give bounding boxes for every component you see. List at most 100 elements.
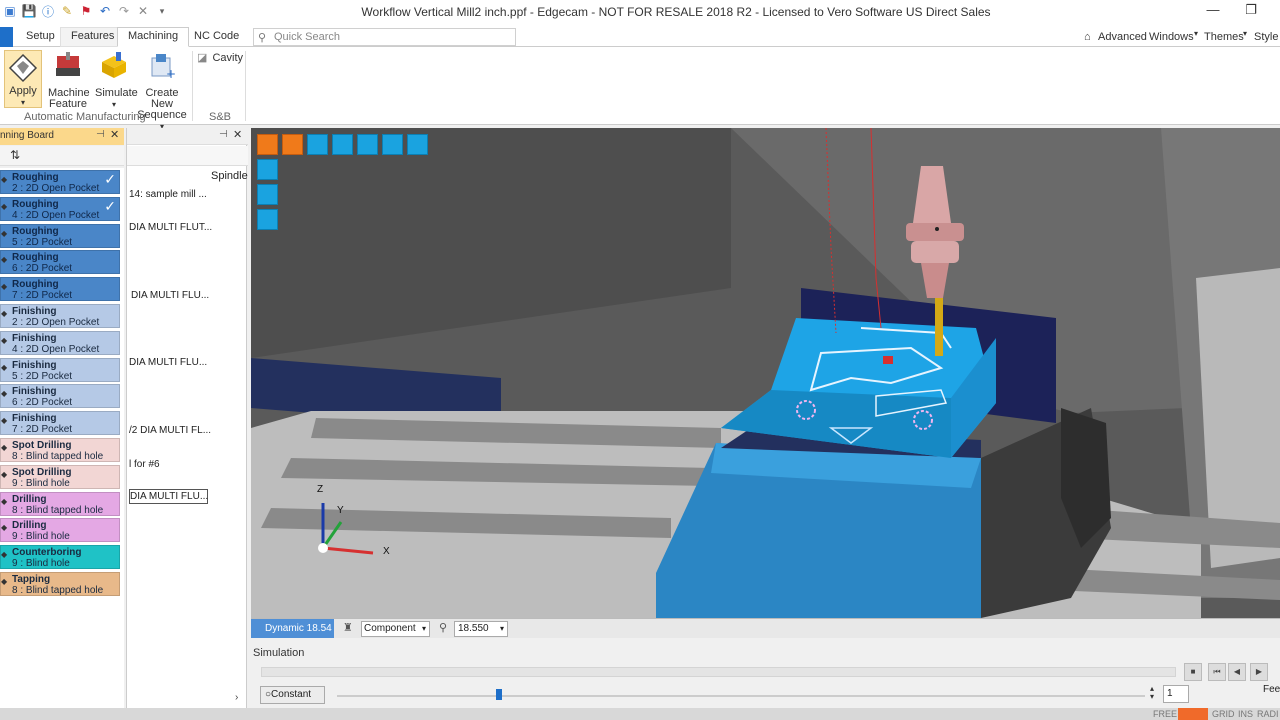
- sort-icon[interactable]: ⇅: [10, 148, 20, 162]
- step-spinner-icon[interactable]: ▴ ▾: [1150, 685, 1154, 701]
- sequence-item[interactable]: DIA MULTI FLUT...: [129, 222, 212, 233]
- minimize-button[interactable]: —: [1198, 2, 1228, 22]
- operation-name: Drilling: [12, 520, 47, 532]
- wizard-icon[interactable]: ✎: [59, 3, 75, 19]
- component-icon: ♜: [343, 622, 353, 634]
- operation-item[interactable]: ◆ Roughing 5 : 2D Pocket: [0, 223, 120, 248]
- view-cube-side-icon[interactable]: [257, 209, 278, 230]
- axis-triad-graphic: [318, 503, 374, 555]
- themes-menu[interactable]: Themes: [1204, 31, 1244, 43]
- search-input[interactable]: Quick Search: [274, 31, 340, 43]
- pin-icon[interactable]: ⊣: [96, 129, 105, 140]
- view-cube-top-icon[interactable]: [257, 159, 278, 180]
- undo-icon[interactable]: ↶: [97, 3, 113, 19]
- tab-setup[interactable]: Setup: [16, 28, 65, 47]
- 3d-viewport[interactable]: X Y Z: [251, 128, 1280, 618]
- sequence-item[interactable]: l for #6: [129, 459, 160, 470]
- sequence-item[interactable]: DIA MULTI FLU...: [129, 357, 207, 368]
- view-cube-front-icon[interactable]: [257, 184, 278, 205]
- operation-detail: 6 : 2D Pocket: [12, 397, 73, 409]
- redo-icon[interactable]: ↷: [116, 3, 132, 19]
- operation-detail: 7 : 2D Pocket: [12, 290, 73, 302]
- apply-dropdown-icon[interactable]: ▾: [5, 97, 41, 108]
- quick-search[interactable]: ⚲ Quick Search: [253, 28, 516, 46]
- advanced-toggle-icon[interactable]: ⌂: [1084, 31, 1091, 43]
- tool-view-icon[interactable]: [332, 134, 353, 155]
- pin-icon[interactable]: ⊣: [219, 129, 228, 140]
- apply-button[interactable]: Apply ▾: [4, 50, 42, 108]
- sequence-item[interactable]: 14: sample mill ...: [129, 189, 207, 200]
- simulation-timeline[interactable]: [261, 667, 1176, 677]
- sequence-item-selected[interactable]: DIA MULTI FLU...: [129, 489, 208, 504]
- themes-dropdown-icon[interactable]: ▾: [1243, 29, 1247, 38]
- operation-name: Finishing: [12, 359, 57, 371]
- simulate-dropdown-icon[interactable]: ▾: [95, 99, 133, 110]
- operation-item[interactable]: ◆ Roughing 2 : 2D Open Pocket ✓: [0, 170, 120, 194]
- qat-dropdown-icon[interactable]: ▾: [154, 3, 170, 19]
- operation-item[interactable]: ◆ Finishing 5 : 2D Pocket: [0, 357, 120, 382]
- file-tab[interactable]: [0, 27, 13, 47]
- distance-dropdown-icon: ▾: [499, 624, 504, 633]
- scroll-right-icon[interactable]: ›: [235, 692, 238, 703]
- sequence-item[interactable]: /2 DIA MULTI FL...: [129, 425, 211, 436]
- sequence-item[interactable]: DIA MULTI FLU...: [131, 290, 209, 301]
- close-icon[interactable]: ✕: [233, 128, 242, 141]
- stop-button[interactable]: ■: [1184, 663, 1202, 681]
- operation-item[interactable]: ◆ Roughing 4 : 2D Open Pocket ✓: [0, 196, 120, 221]
- list-view-icon[interactable]: [382, 134, 403, 155]
- new-file-icon[interactable]: ▣: [2, 3, 18, 19]
- operation-item[interactable]: ◆ Finishing 2 : 2D Open Pocket: [0, 304, 120, 328]
- zoom-icon[interactable]: [357, 134, 378, 155]
- iso-view-icon[interactable]: [257, 134, 278, 155]
- spindle-column-header[interactable]: Spindle: [211, 170, 248, 182]
- layout-view-icon[interactable]: [307, 134, 328, 155]
- stock-view-icon[interactable]: [282, 134, 303, 155]
- operation-detail: 5 : 2D Pocket: [12, 370, 73, 382]
- brush-icon[interactable]: ⚑: [78, 3, 94, 19]
- operation-item[interactable]: ◆ Drilling 9 : Blind hole: [0, 518, 120, 543]
- view-mode-button[interactable]: Dynamic 18.54: [251, 619, 334, 638]
- operation-detail: 2 : 2D Open Pocket: [12, 317, 100, 328]
- tab-machining[interactable]: Machining: [117, 27, 190, 47]
- close-doc-icon[interactable]: ✕: [135, 3, 151, 19]
- operation-item[interactable]: ◆ Drilling 8 : Blind tapped hole: [0, 491, 120, 516]
- operation-item[interactable]: ◆ Spot Drilling 9 : Blind hole: [0, 464, 120, 489]
- tab-features[interactable]: Features: [60, 27, 126, 47]
- windows-dropdown-icon[interactable]: ▾: [1194, 29, 1198, 38]
- operation-item[interactable]: ◆ Finishing 7 : 2D Pocket: [0, 411, 120, 436]
- advanced-button[interactable]: Advanced: [1098, 31, 1147, 43]
- tab-nc-code[interactable]: NC Code: [184, 28, 249, 47]
- operation-item[interactable]: ◆ Roughing 6 : 2D Pocket: [0, 250, 120, 275]
- apply-label: Apply: [9, 85, 37, 97]
- settings-view-icon[interactable]: [407, 134, 428, 155]
- component-value: Component: [364, 623, 416, 634]
- cavity-button[interactable]: ◪ Cavity: [197, 53, 243, 64]
- create-sequence-label-1: Create New: [145, 87, 179, 110]
- operation-item[interactable]: ◆ Spot Drilling 8 : Blind tapped hole: [0, 438, 120, 462]
- restore-button[interactable]: ❐: [1236, 2, 1266, 22]
- operation-item[interactable]: ◆ Finishing 4 : 2D Open Pocket: [0, 330, 120, 355]
- distance-select[interactable]: 18.550 ▾: [454, 621, 508, 637]
- operation-item[interactable]: ◆ Finishing 6 : 2D Pocket: [0, 384, 120, 409]
- operation-item[interactable]: ◆ Counterboring 9 : Blind hole: [0, 545, 120, 570]
- operation-detail: 8 : Blind tapped hole: [12, 451, 104, 462]
- speed-slider-thumb[interactable]: [495, 689, 502, 700]
- skip-start-button[interactable]: ⏮: [1208, 663, 1226, 681]
- machine-feature-button[interactable]: Machine Feature: [48, 50, 90, 110]
- operation-item[interactable]: ◆ Tapping 8 : Blind tapped hole: [0, 572, 120, 596]
- save-icon[interactable]: 💾: [21, 3, 37, 19]
- play-button[interactable]: ▶: [1250, 663, 1268, 681]
- operation-type-icon: ◆: [1, 496, 8, 506]
- constant-speed-button[interactable]: ○Constant: [260, 686, 325, 704]
- speed-slider[interactable]: [337, 695, 1145, 697]
- step-back-button[interactable]: ◀: [1228, 663, 1246, 681]
- operation-item[interactable]: ◆ Roughing 7 : 2D Pocket: [0, 277, 120, 302]
- windows-menu[interactable]: Windows: [1149, 31, 1194, 43]
- step-input[interactable]: 1: [1163, 685, 1189, 703]
- simulate-button[interactable]: Simulate ▾: [95, 50, 138, 110]
- operation-type-icon: ◆: [1, 469, 8, 479]
- info-icon[interactable]: ⓘ: [40, 3, 56, 19]
- close-icon[interactable]: ✕: [110, 128, 119, 141]
- component-select[interactable]: Component ▾: [361, 621, 430, 637]
- style-menu[interactable]: Style: [1254, 31, 1278, 43]
